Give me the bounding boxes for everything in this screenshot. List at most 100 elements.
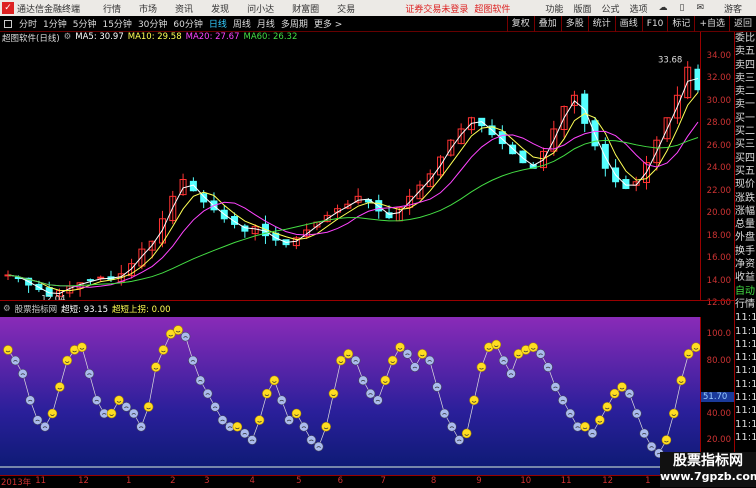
settings-icon[interactable]: ⚙: [64, 32, 72, 44]
toolbar-button-7[interactable]: +自选: [694, 15, 729, 32]
toolbar-button-3[interactable]: 统计: [587, 15, 615, 32]
blue-face-icon: [639, 428, 650, 439]
right-menu-item-0[interactable]: 功能: [545, 2, 563, 15]
cloud-icon[interactable]: ☁: [658, 3, 667, 13]
toolbar-button-2[interactable]: 多股: [560, 15, 588, 32]
menu-bar: ✓ 通达信金融终端 行情 市场 资讯 发现 问小达 财富圈 交易 证券交易未登录 超图软件 …: [0, 0, 756, 16]
ma60-label: MA60: 26.32: [243, 32, 298, 42]
indicator-title: 股票指标网: [14, 305, 58, 315]
menu-item-4[interactable]: 问小达: [247, 2, 274, 15]
face: [461, 428, 472, 439]
period-tab-8[interactable]: 月线: [257, 17, 275, 30]
message-icon[interactable]: ✉: [696, 3, 704, 13]
menu-item-1[interactable]: 市场: [139, 2, 157, 15]
side-label: 11:19: [735, 392, 756, 404]
y-tick: 34.00: [706, 51, 731, 61]
watermark-name: 股票指标网: [673, 453, 743, 469]
blue-face-icon: [535, 349, 546, 359]
smiley-face-icon: [291, 408, 302, 419]
date-tick: 1: [645, 476, 651, 486]
period-tab-6[interactable]: 日线: [209, 17, 227, 30]
period-tab-9[interactable]: 多周期: [281, 17, 308, 30]
right-menu-item-2[interactable]: 公式: [601, 2, 619, 15]
phone-icon[interactable]: ▯: [679, 3, 684, 13]
smiley-face-icon: [262, 388, 272, 399]
period-tab-1[interactable]: 1分钟: [43, 17, 67, 30]
blue-face-icon: [84, 368, 95, 379]
period-tab-5[interactable]: 60分钟: [173, 17, 202, 30]
face: [683, 349, 694, 359]
y-tick: 24.00: [706, 163, 731, 174]
period-tab-0[interactable]: 分时: [19, 17, 37, 30]
login-status[interactable]: 证券交易未登录: [405, 2, 468, 15]
smiley-face-icon: [151, 362, 161, 372]
smiley-face-icon: [3, 345, 13, 355]
face: [595, 415, 605, 425]
period-tab-3[interactable]: 15分钟: [102, 17, 131, 30]
blue-face-icon: [195, 375, 206, 386]
smiley-face-icon: [106, 408, 117, 419]
side-label: 11:19: [735, 378, 756, 390]
toolbar-button-1[interactable]: 叠加: [533, 15, 561, 32]
side-label: 卖一: [735, 99, 755, 111]
blue-face-icon: [506, 368, 516, 379]
ma60-line: [7, 137, 699, 287]
face: [669, 408, 679, 419]
smiley-face-icon: [173, 325, 183, 335]
side-label: 买一: [735, 112, 755, 124]
face: [269, 375, 280, 386]
face: [528, 342, 539, 353]
side-label: 净资: [735, 259, 755, 271]
y-tick: 14.00: [706, 275, 731, 286]
side-label: 外盘: [735, 232, 755, 244]
toolbar-button-4[interactable]: 画线: [614, 15, 642, 32]
smiley-face-icon: [254, 415, 265, 425]
face: [151, 362, 161, 372]
face: [617, 382, 627, 392]
smiley-face-icon: [676, 375, 687, 386]
toolbar-button-0[interactable]: 复权: [506, 15, 534, 32]
side-label: 委比: [735, 33, 755, 44]
indicator-y-tick: 80.00: [706, 355, 731, 366]
chart-header: 超图软件(日线) ⚙ MA5: 30.97 MA10: 29.58 MA20: …: [0, 32, 297, 44]
indicator-y-tick: 40.00: [706, 408, 731, 419]
indicator-panel[interactable]: [0, 317, 701, 475]
stock-name: 超图软件(日线): [2, 34, 60, 44]
side-label: 11:19: [735, 312, 756, 324]
face: [580, 421, 590, 432]
menu-item-5[interactable]: 财富圈: [292, 2, 319, 15]
settings-icon[interactable]: ⚙: [3, 304, 11, 314]
user-label[interactable]: 游客: [724, 2, 742, 15]
right-menu-item-3[interactable]: 选项: [629, 2, 647, 15]
face: [158, 345, 169, 355]
ma10-label: MA10: 29.58: [127, 32, 182, 42]
smiley-face-icon: [343, 349, 354, 359]
smiley-face-icon: [114, 395, 124, 406]
candlestick-chart[interactable]: 33.6812.04: [0, 44, 700, 300]
panel-toggle-icon[interactable]: [4, 19, 12, 28]
menu-item-6[interactable]: 交易: [337, 2, 355, 15]
toolbar-button-6[interactable]: 标记: [667, 15, 694, 32]
blue-face-icon: [276, 395, 287, 406]
period-tab-2[interactable]: 5分钟: [73, 17, 97, 30]
right-menu-item-1[interactable]: 版面: [573, 2, 591, 15]
brand-link[interactable]: 超图软件: [474, 2, 510, 15]
toolbar-button-8[interactable]: 返回: [728, 15, 756, 32]
menu-item-2[interactable]: 资讯: [175, 2, 193, 15]
blue-face-icon: [424, 355, 435, 366]
toolbar-button-5[interactable]: F10: [641, 15, 668, 32]
menu-item-0[interactable]: 行情: [103, 2, 121, 15]
menu-item-3[interactable]: 发现: [211, 2, 229, 15]
blue-face-icon: [202, 388, 213, 399]
blue-face-icon: [210, 402, 220, 412]
smiley-face-icon: [669, 408, 679, 419]
period-tab-4[interactable]: 30分钟: [138, 17, 167, 30]
blue-face-icon: [136, 421, 146, 432]
y-tick: 28.00: [706, 118, 731, 129]
face: [143, 402, 154, 412]
blue-face-icon: [558, 395, 568, 406]
period-tab-10[interactable]: 更多 >: [314, 17, 342, 30]
period-tab-7[interactable]: 周线: [233, 17, 251, 30]
blue-face-icon: [410, 362, 420, 372]
blue-face-icon: [402, 349, 413, 359]
